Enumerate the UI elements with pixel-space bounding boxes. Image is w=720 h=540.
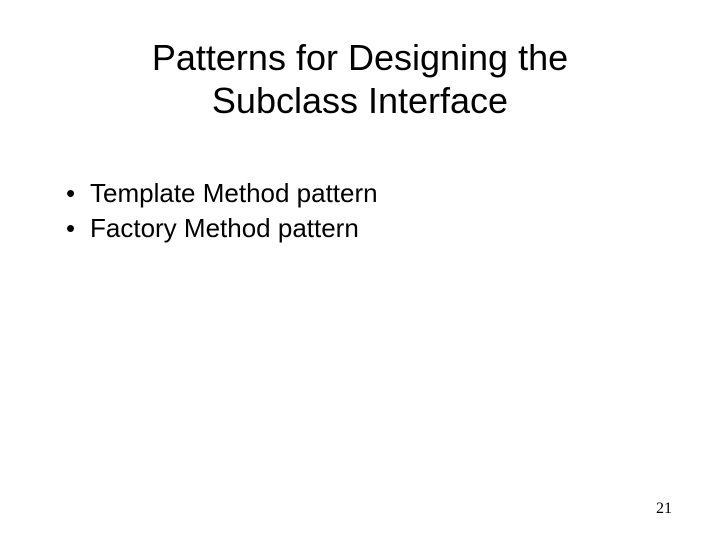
list-item: Factory Method pattern	[62, 211, 670, 246]
slide-container: Patterns for Designing the Subclass Inte…	[0, 0, 720, 540]
slide-title: Patterns for Designing the Subclass Inte…	[50, 36, 670, 122]
list-item: Template Method pattern	[62, 176, 670, 211]
page-number: 21	[656, 500, 672, 518]
bullet-list: Template Method pattern Factory Method p…	[50, 176, 670, 246]
